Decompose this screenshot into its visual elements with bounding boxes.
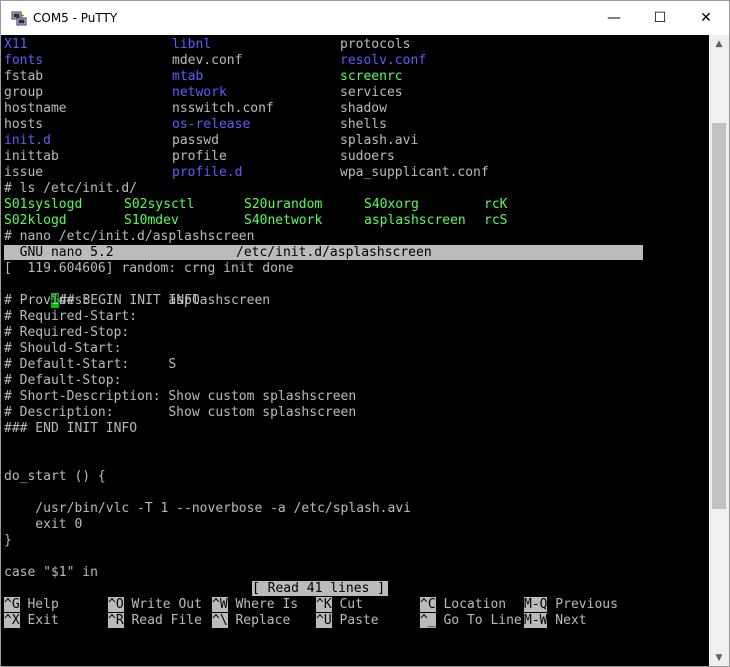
file-entry: nsswitch.conf (172, 101, 274, 116)
dir-entry: libnl (172, 37, 212, 52)
shortcut-cut[interactable]: ^K Cut (316, 597, 363, 613)
nano-version: GNU nano 5.2 (4, 245, 114, 260)
file-entry: services (340, 85, 403, 100)
file-entry: group (4, 85, 44, 100)
ls-etc-row: hosts os-release shells (4, 117, 387, 133)
shortcut-paste[interactable]: ^U Paste (316, 613, 379, 629)
exec-entry: S20urandom (244, 197, 323, 212)
ls-etc-row: group network services (4, 85, 403, 101)
file-line: # Short-Description: Show custom splashs… (4, 389, 357, 404)
file-entry: wpa_supplicant.conf (340, 165, 489, 180)
file-line: do_start () { (4, 469, 106, 484)
close-icon: ✕ (700, 10, 712, 26)
shortcut-help[interactable]: ^G Help (4, 597, 59, 613)
window-title: COM5 - PuTTY (33, 11, 118, 25)
file-line: # Default-Start: S (4, 357, 177, 372)
exec-entry: S40xorg (364, 197, 419, 212)
ls-etc-row: hostname nsswitch.conf shadow (4, 101, 387, 117)
shortcut-read-file[interactable]: ^R Read File (108, 613, 202, 629)
file-entry: hosts (4, 117, 44, 132)
shortcut-location[interactable]: ^C Location (420, 597, 506, 613)
ls-initd-row: S01syslogd S02sysctl S20urandom S40xorg … (4, 197, 507, 213)
ls-etc-row: fonts mdev.conf resolv.conf (4, 53, 426, 69)
file-entry: fstab (4, 69, 44, 84)
file-line: /usr/bin/vlc -T 1 --noverbose -a /etc/sp… (4, 501, 411, 516)
ls-etc-row: init.d passwd splash.avi (4, 133, 418, 149)
ls-etc-row: fstab mtab screenrc (4, 69, 403, 85)
nano-status-message: [ Read 41 lines ] (252, 581, 388, 596)
kernel-message: [ 119.604606] random: crng init done (4, 261, 294, 276)
dir-entry: fonts (4, 53, 44, 68)
link-entry: os-release (172, 117, 251, 132)
exec-entry: S10mdev (124, 213, 179, 228)
file-line: # Provides: asplashscreen (4, 293, 271, 308)
file-entry: splash.avi (340, 133, 419, 148)
vertical-scrollbar[interactable]: ▲ ▼ (709, 35, 729, 666)
file-entry: shadow (340, 101, 387, 116)
terminal-screen[interactable]: X11 libnl protocols fonts mdev.conf reso… (1, 35, 709, 666)
exec-entry: S02klogd (4, 213, 67, 228)
shortcut-previous[interactable]: M-Q Previous (524, 597, 618, 613)
dir-entry: init.d (4, 133, 51, 148)
title-bar[interactable]: COM5 - PuTTY — ☐ ✕ (1, 1, 729, 35)
file-entry: shells (340, 117, 387, 132)
file-entry: profile (172, 149, 227, 164)
file-line: # Required-Start: (4, 309, 138, 324)
nano-header-bar: GNU nano 5.2 /etc/init.d/asplashscreen (4, 245, 643, 260)
file-line: case "$1" in (4, 565, 98, 580)
shell-command: # ls /etc/init.d/ (4, 181, 138, 196)
exec-entry: rcK (484, 197, 508, 212)
file-entry: passwd (172, 133, 219, 148)
shortcut-go-to-line[interactable]: ^_ Go To Line (420, 613, 522, 629)
exec-entry: S01syslogd (4, 197, 83, 212)
maximize-icon: ☐ (653, 10, 667, 26)
maximize-button[interactable]: ☐ (637, 1, 683, 35)
scrollbar-thumb[interactable] (712, 123, 726, 509)
putty-window: COM5 - PuTTY — ☐ ✕ X11 libnl protocols f… (0, 0, 730, 667)
scroll-down-arrow-icon[interactable]: ▼ (709, 649, 729, 666)
link-entry: resolv.conf (340, 53, 427, 68)
exec-entry: S40network (244, 213, 323, 228)
file-line: ### BEGIN INIT INFO (4, 277, 200, 308)
shortcut-where-is[interactable]: ^W Where Is (212, 597, 298, 613)
file-line: # Default-Stop: (4, 373, 122, 388)
exec-entry: screenrc (340, 69, 403, 84)
file-entry: protocols (340, 37, 411, 52)
file-entry: hostname (4, 101, 67, 116)
shortcut-replace[interactable]: ^\ Replace (212, 613, 290, 629)
minimize-button[interactable]: — (591, 1, 637, 35)
nano-shortcut-row: ^X Exit ^R Read File ^\ Replace ^U Paste… (4, 613, 587, 629)
shortcut-next[interactable]: M-W Next (524, 613, 587, 629)
file-line: # Should-Start: (4, 341, 122, 356)
file-line: ### END INIT INFO (4, 421, 138, 436)
shortcut-exit[interactable]: ^X Exit (4, 613, 59, 629)
minimize-icon: — (607, 10, 621, 26)
nano-filename: /etc/init.d/asplashscreen (236, 245, 432, 260)
putty-icon (11, 10, 27, 26)
scroll-up-arrow-icon[interactable]: ▲ (709, 35, 729, 52)
ls-initd-row: S02klogd S10mdev S40network asplashscree… (4, 213, 507, 229)
dir-entry: network (172, 85, 227, 100)
close-button[interactable]: ✕ (683, 1, 729, 35)
file-entry: sudoers (340, 149, 395, 164)
file-entry: inittab (4, 149, 59, 164)
ls-etc-row: inittab profile sudoers (4, 149, 395, 165)
exec-entry: rcS (484, 213, 508, 228)
ls-etc-row: X11 libnl protocols (4, 37, 410, 53)
nano-shortcut-row: ^G Help ^O Write Out ^W Where Is ^K Cut … (4, 597, 618, 613)
file-line: exit 0 (4, 517, 83, 532)
file-line: # Required-Stop: (4, 325, 130, 340)
shell-command: # nano /etc/init.d/asplashscreen (4, 229, 255, 244)
file-entry: issue (4, 165, 44, 180)
exec-entry: S02sysctl (124, 197, 195, 212)
file-entry: mdev.conf (172, 53, 243, 68)
link-entry: mtab (172, 69, 204, 84)
shortcut-write-out[interactable]: ^O Write Out (108, 597, 202, 613)
ls-etc-row: issue profile.d wpa_supplicant.conf (4, 165, 489, 181)
dir-entry: profile.d (172, 165, 243, 180)
file-line: } (4, 533, 12, 548)
file-line: # Description: Show custom splashscreen (4, 405, 357, 420)
dir-entry: X11 (4, 37, 28, 52)
exec-entry: asplashscreen (364, 213, 466, 228)
